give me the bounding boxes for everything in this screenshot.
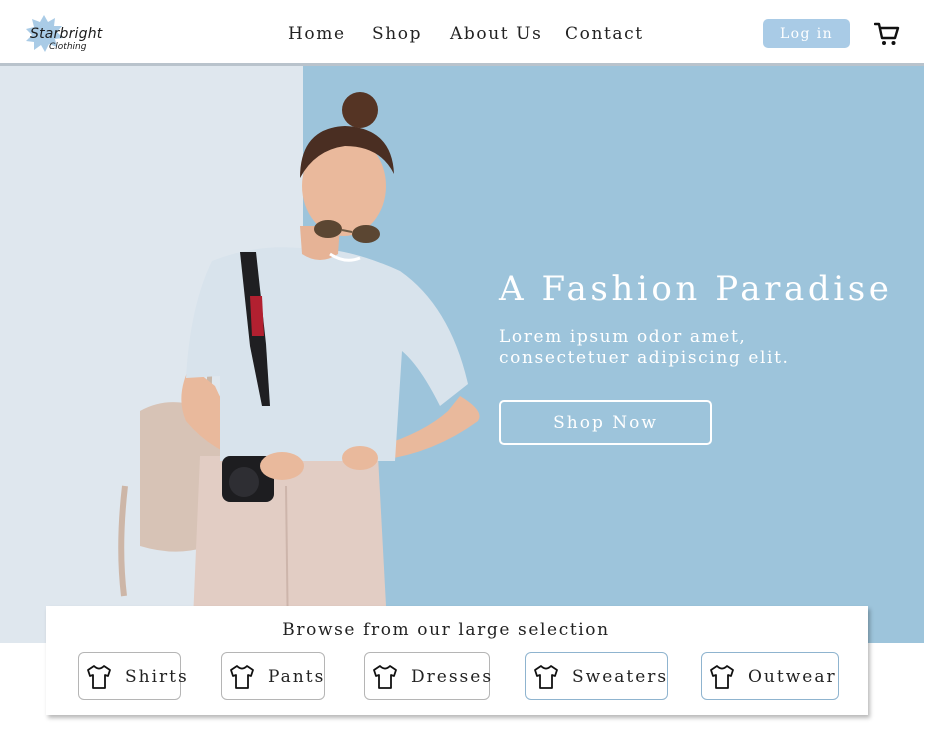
brand-tagline: Clothing xyxy=(49,42,87,52)
category-shirts[interactable]: Shirts xyxy=(78,652,187,700)
category-label: Pants xyxy=(268,667,326,687)
category-pants[interactable]: Pants xyxy=(221,652,325,700)
category-panel-title: Browse from our large selection xyxy=(282,620,610,640)
category-label: Dresses xyxy=(411,667,494,687)
shirt-icon xyxy=(230,665,254,689)
hero-title: A Fashion Paradise xyxy=(499,268,893,309)
category-label: Outwear xyxy=(748,667,837,687)
category-panel: Browse from our large selection Shirts P… xyxy=(46,606,868,715)
site-header: Starbright Clothing Home Shop About Us C… xyxy=(0,0,924,66)
nav-home[interactable]: Home xyxy=(288,24,346,44)
shirt-icon xyxy=(373,665,397,689)
login-button[interactable]: Log in xyxy=(763,19,850,48)
shirt-icon xyxy=(710,665,734,689)
category-outwear[interactable]: Outwear xyxy=(701,652,839,700)
hero-section: A Fashion Paradise Lorem ipsum odor amet… xyxy=(0,66,924,643)
nav-shop[interactable]: Shop xyxy=(372,24,422,44)
shirt-icon xyxy=(534,665,558,689)
nav-about-us[interactable]: About Us xyxy=(450,24,542,44)
nav-contact[interactable]: Contact xyxy=(565,24,644,44)
category-label: Sweaters xyxy=(572,667,669,687)
brand-name: Starbright xyxy=(30,26,103,42)
category-label: Shirts xyxy=(125,667,189,687)
shirt-icon xyxy=(87,665,111,689)
brand-logo[interactable]: Starbright Clothing xyxy=(24,14,110,56)
category-dresses[interactable]: Dresses xyxy=(364,652,494,700)
hero-subtitle: Lorem ipsum odor amet, consectetuer adip… xyxy=(499,327,790,368)
category-sweaters[interactable]: Sweaters xyxy=(525,652,668,700)
cart-icon[interactable] xyxy=(874,21,900,47)
shop-now-button[interactable]: Shop Now xyxy=(499,400,712,445)
